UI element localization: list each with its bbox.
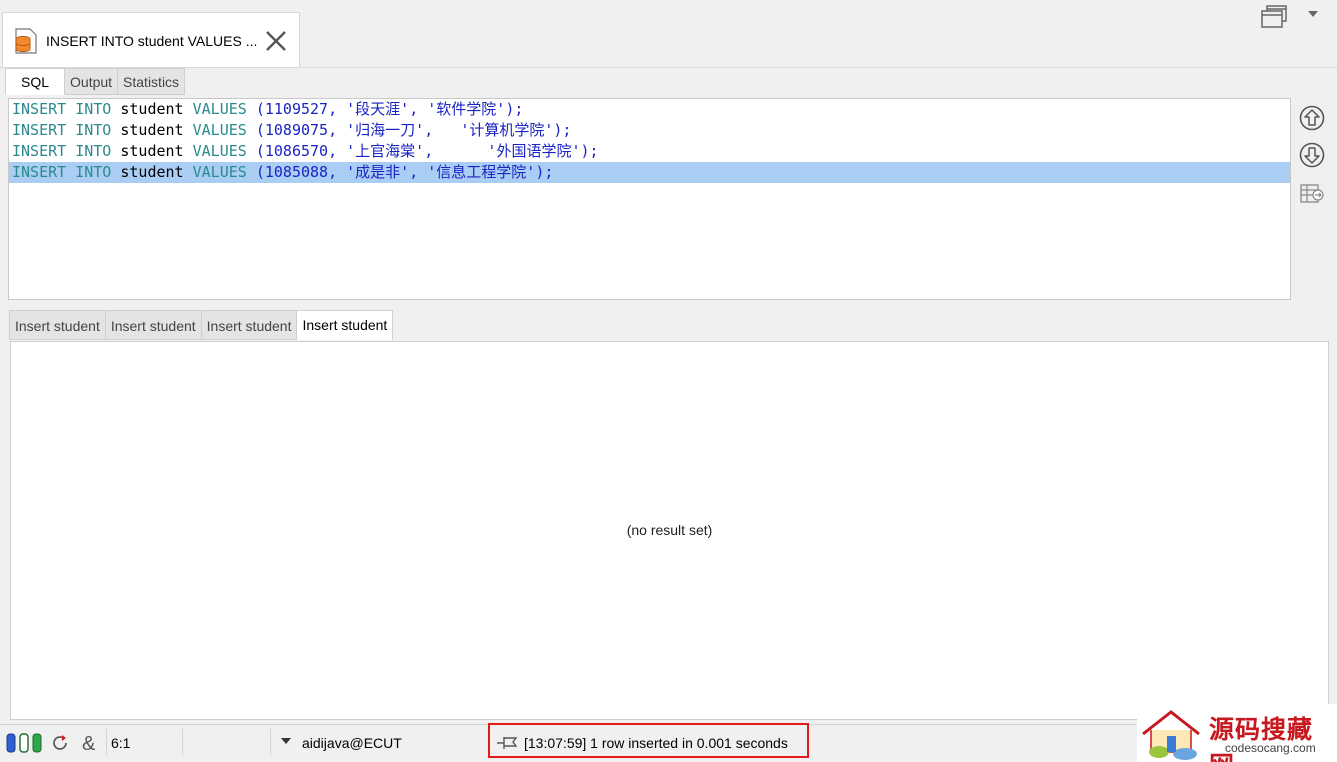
keyword: INTO — [75, 142, 112, 160]
values-literal: (1089075, '归海一刀', '计算机学院'); — [255, 121, 572, 139]
keyword: INSERT — [12, 142, 67, 160]
document-tab[interactable]: INSERT INTO student VALUES ... — [2, 12, 300, 68]
table-export-icon[interactable] — [1298, 180, 1326, 208]
keyword: VALUES — [192, 121, 247, 139]
table-name: student — [120, 121, 184, 139]
keyword: INTO — [75, 121, 112, 139]
sql-editor[interactable]: INSERT INTO student VALUES (1109527, '段天… — [8, 98, 1291, 300]
values-literal: (1086570, '上官海棠', '外国语学院'); — [255, 142, 599, 160]
svg-text:&: & — [82, 733, 96, 754]
dropdown-arrow-icon[interactable] — [280, 736, 292, 746]
document-tab-title: INSERT INTO student VALUES ... — [46, 32, 258, 49]
tab-output[interactable]: Output — [65, 68, 119, 95]
code-line[interactable]: INSERT INTO student VALUES (1089075, '归海… — [9, 120, 1290, 141]
house-logo-icon — [1142, 710, 1200, 760]
keyword: INTO — [75, 163, 112, 181]
refresh-icon[interactable] — [51, 733, 71, 753]
values-literal: (1109527, '段天涯', '软件学院'); — [255, 100, 524, 118]
result-tabs: Insert student Insert student Insert stu… — [9, 310, 394, 340]
keyword: INSERT — [12, 100, 67, 118]
keyword: VALUES — [192, 100, 247, 118]
database-file-icon — [15, 27, 37, 54]
windows-icon[interactable] — [1260, 3, 1288, 29]
code-line[interactable]: INSERT INTO student VALUES (1086570, '上官… — [9, 141, 1290, 162]
table-name: student — [120, 142, 184, 160]
keyword: INSERT — [12, 121, 67, 139]
table-name: student — [120, 100, 184, 118]
down-arrow-circle-icon[interactable] — [1298, 141, 1326, 169]
values-literal: (1085088, '成是非', '信息工程学院'); — [255, 163, 554, 181]
table-name: student — [120, 163, 184, 181]
code-line[interactable]: INSERT INTO student VALUES (1109527, '段天… — [9, 99, 1290, 120]
tab-insert-student-4[interactable]: Insert student — [297, 310, 394, 340]
highlight-annotation — [488, 723, 809, 758]
cursor-position: 6:1 — [111, 735, 131, 751]
watermark-logo: 源码搜藏网 codesocang.com — [1137, 704, 1337, 762]
watermark-en: codesocang.com — [1225, 741, 1316, 755]
chevron-down-icon[interactable] — [1306, 8, 1320, 20]
memory-bars-icon[interactable] — [6, 732, 44, 754]
tab-sql[interactable]: SQL — [5, 68, 66, 95]
tab-insert-student-1[interactable]: Insert student — [9, 310, 106, 340]
keyword: INTO — [75, 100, 112, 118]
keyword: VALUES — [192, 163, 247, 181]
result-panel: (no result set) — [10, 341, 1329, 720]
up-arrow-circle-icon[interactable] — [1298, 104, 1326, 132]
tab-statistics[interactable]: Statistics — [118, 68, 186, 95]
keyword: INSERT — [12, 163, 67, 181]
close-icon[interactable] — [263, 28, 289, 54]
keyword: VALUES — [192, 142, 247, 160]
tab-insert-student-2[interactable]: Insert student — [105, 310, 202, 340]
ampersand-icon[interactable]: & — [80, 732, 100, 754]
tab-insert-student-3[interactable]: Insert student — [201, 310, 298, 340]
connection-label[interactable]: aidijava@ECUT — [302, 735, 402, 751]
editor-tabs: SQL Output Statistics — [5, 68, 186, 95]
code-line-selected[interactable]: INSERT INTO student VALUES (1085088, '成是… — [9, 162, 1290, 183]
no-result-text: (no result set) — [626, 522, 713, 538]
